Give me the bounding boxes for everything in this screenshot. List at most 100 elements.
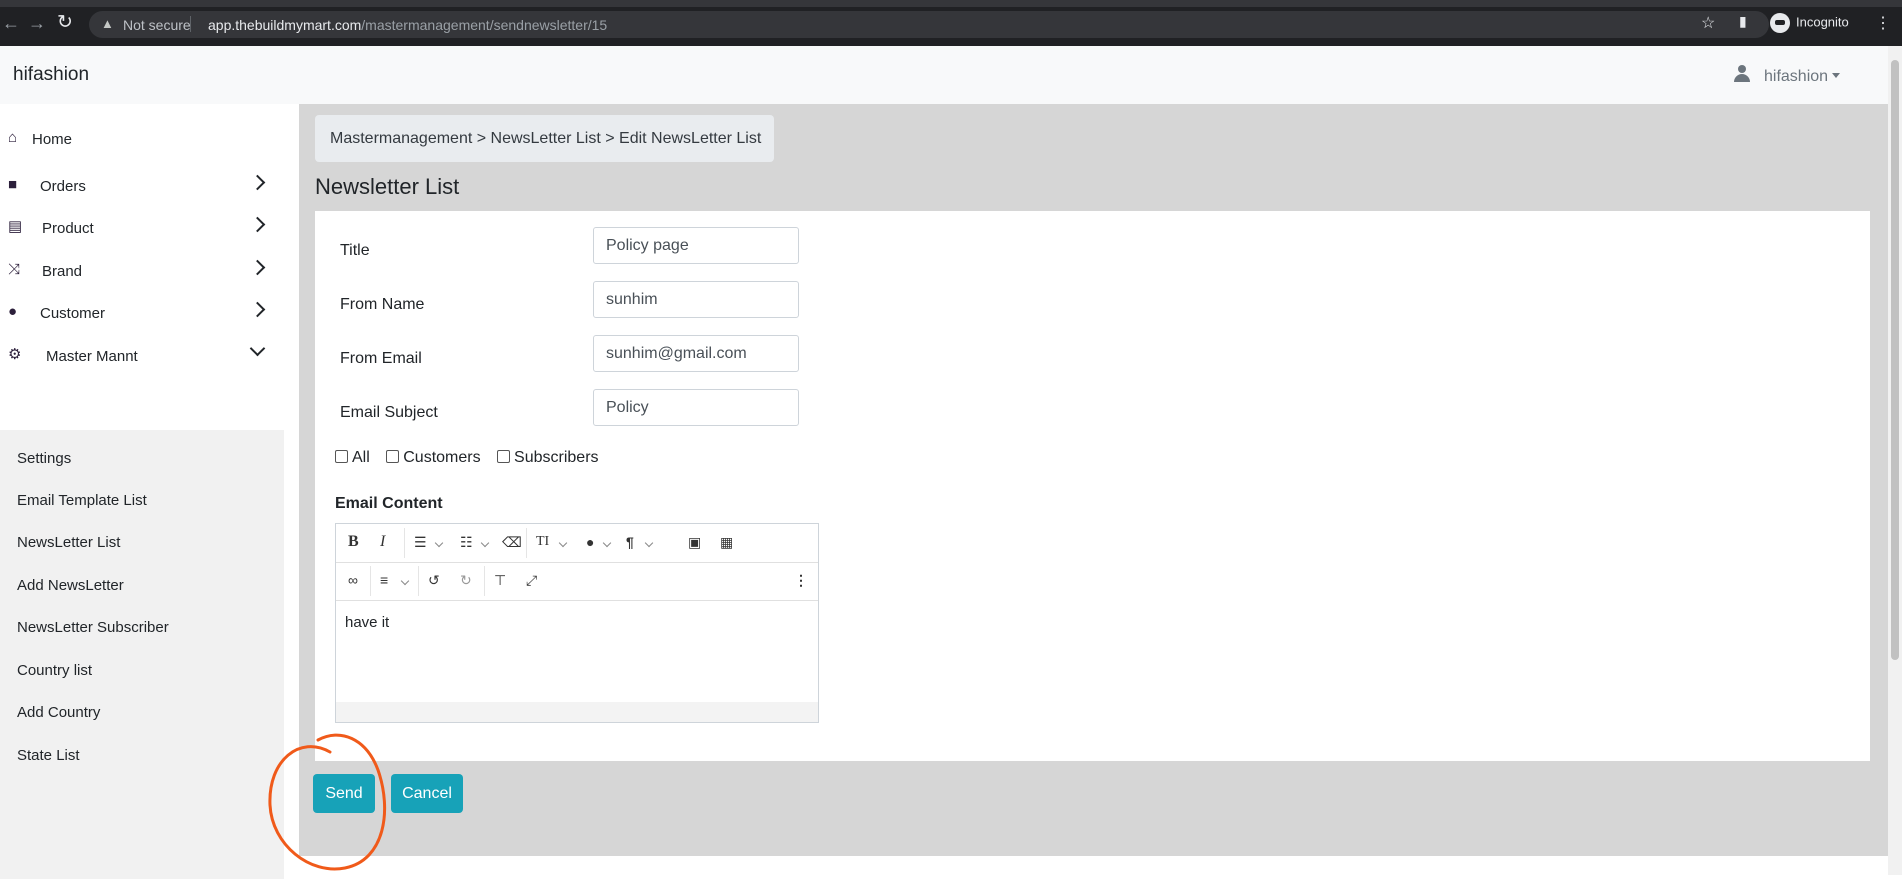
- align-icon[interactable]: ≡: [380, 571, 388, 589]
- all-label: All: [352, 449, 370, 466]
- sidebar-item-brand[interactable]: ⤨ Brand: [0, 253, 284, 293]
- email-subject-input[interactable]: Policy: [593, 389, 799, 426]
- send-button[interactable]: Send: [313, 774, 375, 813]
- cancel-button[interactable]: Cancel: [391, 774, 463, 813]
- more-options-icon[interactable]: ⋮: [794, 571, 808, 589]
- title-label: Title: [340, 242, 370, 259]
- divider: [190, 16, 191, 32]
- all-checkbox[interactable]: [335, 450, 348, 463]
- sidebar-item-label: Home: [32, 131, 73, 148]
- page-scrollbar[interactable]: [1888, 46, 1902, 875]
- submenu-item-newsletter-list[interactable]: NewsLetter List: [17, 534, 120, 551]
- scrollbar-thumb[interactable]: [1891, 60, 1899, 660]
- recipient-customers[interactable]: Customers: [386, 449, 481, 467]
- toolbar-divider: [526, 528, 527, 558]
- toolbar-divider: [418, 566, 419, 596]
- breadcrumb-text[interactable]: Mastermanagement > NewsLetter List > Edi…: [330, 130, 761, 148]
- submenu-item-settings[interactable]: Settings: [17, 450, 71, 467]
- paragraph-icon[interactable]: ¶: [626, 533, 634, 551]
- from-name-input[interactable]: sunhim: [593, 281, 799, 318]
- subscribers-label: Subscribers: [514, 449, 599, 466]
- from-email-input[interactable]: sunhim@gmail.com: [593, 335, 799, 372]
- incognito-badge[interactable]: Incognito: [1770, 13, 1849, 33]
- sidebar-item-label: Brand: [42, 263, 83, 280]
- warning-icon: ▲: [101, 16, 114, 31]
- editor-content[interactable]: have it: [336, 602, 818, 702]
- undo-icon[interactable]: ↺: [428, 571, 440, 589]
- user-icon: ●: [8, 303, 18, 320]
- numbered-list-icon[interactable]: ☷: [460, 533, 473, 551]
- brand-name[interactable]: hifashion: [13, 64, 89, 86]
- recipient-checkboxes: All Customers Subscribers: [335, 449, 611, 467]
- customers-label: Customers: [403, 449, 481, 466]
- page-title: Newsletter List: [315, 174, 460, 199]
- italic-icon[interactable]: I: [380, 533, 385, 551]
- shuffle-icon: ⤨: [8, 261, 21, 278]
- address-bar[interactable]: ▲ Not secure app.thebuildmymart.com/mast…: [89, 11, 1769, 38]
- sidebar-item-orders[interactable]: ■ Orders: [0, 168, 284, 208]
- text-color-icon[interactable]: ●: [586, 533, 594, 551]
- sidebar-item-product[interactable]: ▤ Product: [0, 210, 284, 250]
- redo-icon[interactable]: ↻: [460, 571, 472, 589]
- sidebar: ⌂ Home ■ Orders ▤ Product ⤨ Brand ● Cust…: [0, 104, 284, 879]
- submenu-item-add-country[interactable]: Add Country: [17, 704, 100, 721]
- master-submenu: Settings Email Template List NewsLetter …: [0, 430, 284, 879]
- reload-icon[interactable]: ↻: [57, 13, 73, 32]
- customers-checkbox[interactable]: [386, 450, 400, 463]
- sidebar-item-home[interactable]: ⌂ Home: [0, 121, 284, 161]
- sidebar-item-label: Master Mannt: [46, 348, 138, 365]
- recipient-subscribers[interactable]: Subscribers: [497, 449, 599, 467]
- sidebar-item-customer[interactable]: ● Customer: [0, 295, 284, 335]
- editor-content-text: have it: [345, 614, 390, 631]
- link-icon[interactable]: ∞: [348, 571, 358, 589]
- chevron-down-icon[interactable]: [644, 538, 654, 548]
- format-painter-icon[interactable]: ⊤: [494, 571, 506, 589]
- chevron-right-icon: [249, 259, 266, 276]
- url-path: /mastermanagement/sendnewsletter/15: [361, 17, 608, 33]
- breadcrumb: Mastermanagement > NewsLetter List > Edi…: [315, 115, 774, 162]
- user-menu[interactable]: hifashion: [1734, 65, 1841, 86]
- fullscreen-icon[interactable]: ⤢: [526, 571, 537, 589]
- image-icon[interactable]: ▣: [688, 533, 701, 551]
- submenu-item-add-newsletter[interactable]: Add NewsLetter: [17, 577, 124, 594]
- chevron-down-icon[interactable]: [480, 538, 490, 548]
- browser-menu-icon[interactable]: ⋮: [1875, 13, 1891, 33]
- bullet-list-icon[interactable]: ☰: [414, 533, 427, 551]
- submenu-item-state-list[interactable]: State List: [17, 747, 80, 764]
- bold-icon[interactable]: B: [348, 533, 359, 551]
- bag-icon: ■: [8, 176, 18, 193]
- editor-toolbar-row-1: B I ☰ ☷ ⌫ TI ● ¶ ▣ ▦: [336, 524, 818, 563]
- user-icon: [1734, 65, 1750, 83]
- incognito-icon: [1770, 13, 1790, 33]
- table-icon[interactable]: ▦: [720, 533, 733, 551]
- forward-icon[interactable]: →: [28, 14, 46, 32]
- sidebar-item-master-mannt[interactable]: ⚙ Master Mannt: [0, 338, 284, 378]
- home-icon: ⌂: [8, 129, 18, 146]
- url-text[interactable]: app.thebuildmymart.com/mastermanagement/…: [208, 17, 607, 33]
- sidebar-item-label: Customer: [40, 305, 106, 322]
- chevron-down-icon[interactable]: [602, 538, 612, 548]
- submenu-item-country-list[interactable]: Country list: [17, 662, 92, 679]
- tab-strip: [0, 0, 1902, 7]
- editor-statusbar: [336, 702, 818, 722]
- font-size-icon[interactable]: TI: [536, 533, 549, 551]
- toolbar-divider: [484, 566, 485, 596]
- chevron-down-icon: [249, 340, 266, 357]
- chevron-down-icon[interactable]: [400, 576, 410, 586]
- title-input[interactable]: Policy page: [593, 227, 799, 264]
- eraser-icon[interactable]: ⌫: [502, 533, 522, 551]
- recipient-all[interactable]: All: [335, 449, 370, 467]
- chevron-right-icon: [249, 174, 266, 191]
- subscribers-checkbox[interactable]: [497, 450, 511, 463]
- submenu-item-email-template-list[interactable]: Email Template List: [17, 492, 147, 509]
- back-icon[interactable]: ←: [2, 14, 20, 32]
- side-panel-icon[interactable]: ▮: [1739, 13, 1747, 30]
- newsletter-form-card: Title Policy page From Name sunhim From …: [315, 211, 1870, 761]
- bookmark-star-icon[interactable]: ☆: [1701, 13, 1715, 33]
- url-host: app.thebuildmymart.com: [208, 17, 362, 33]
- submenu-item-newsletter-subscriber[interactable]: NewsLetter Subscriber: [17, 619, 169, 636]
- top-navbar: hifashion hifashion: [0, 46, 1888, 104]
- chevron-right-icon: [249, 216, 266, 233]
- chevron-down-icon[interactable]: [434, 538, 444, 548]
- chevron-down-icon[interactable]: [558, 538, 568, 548]
